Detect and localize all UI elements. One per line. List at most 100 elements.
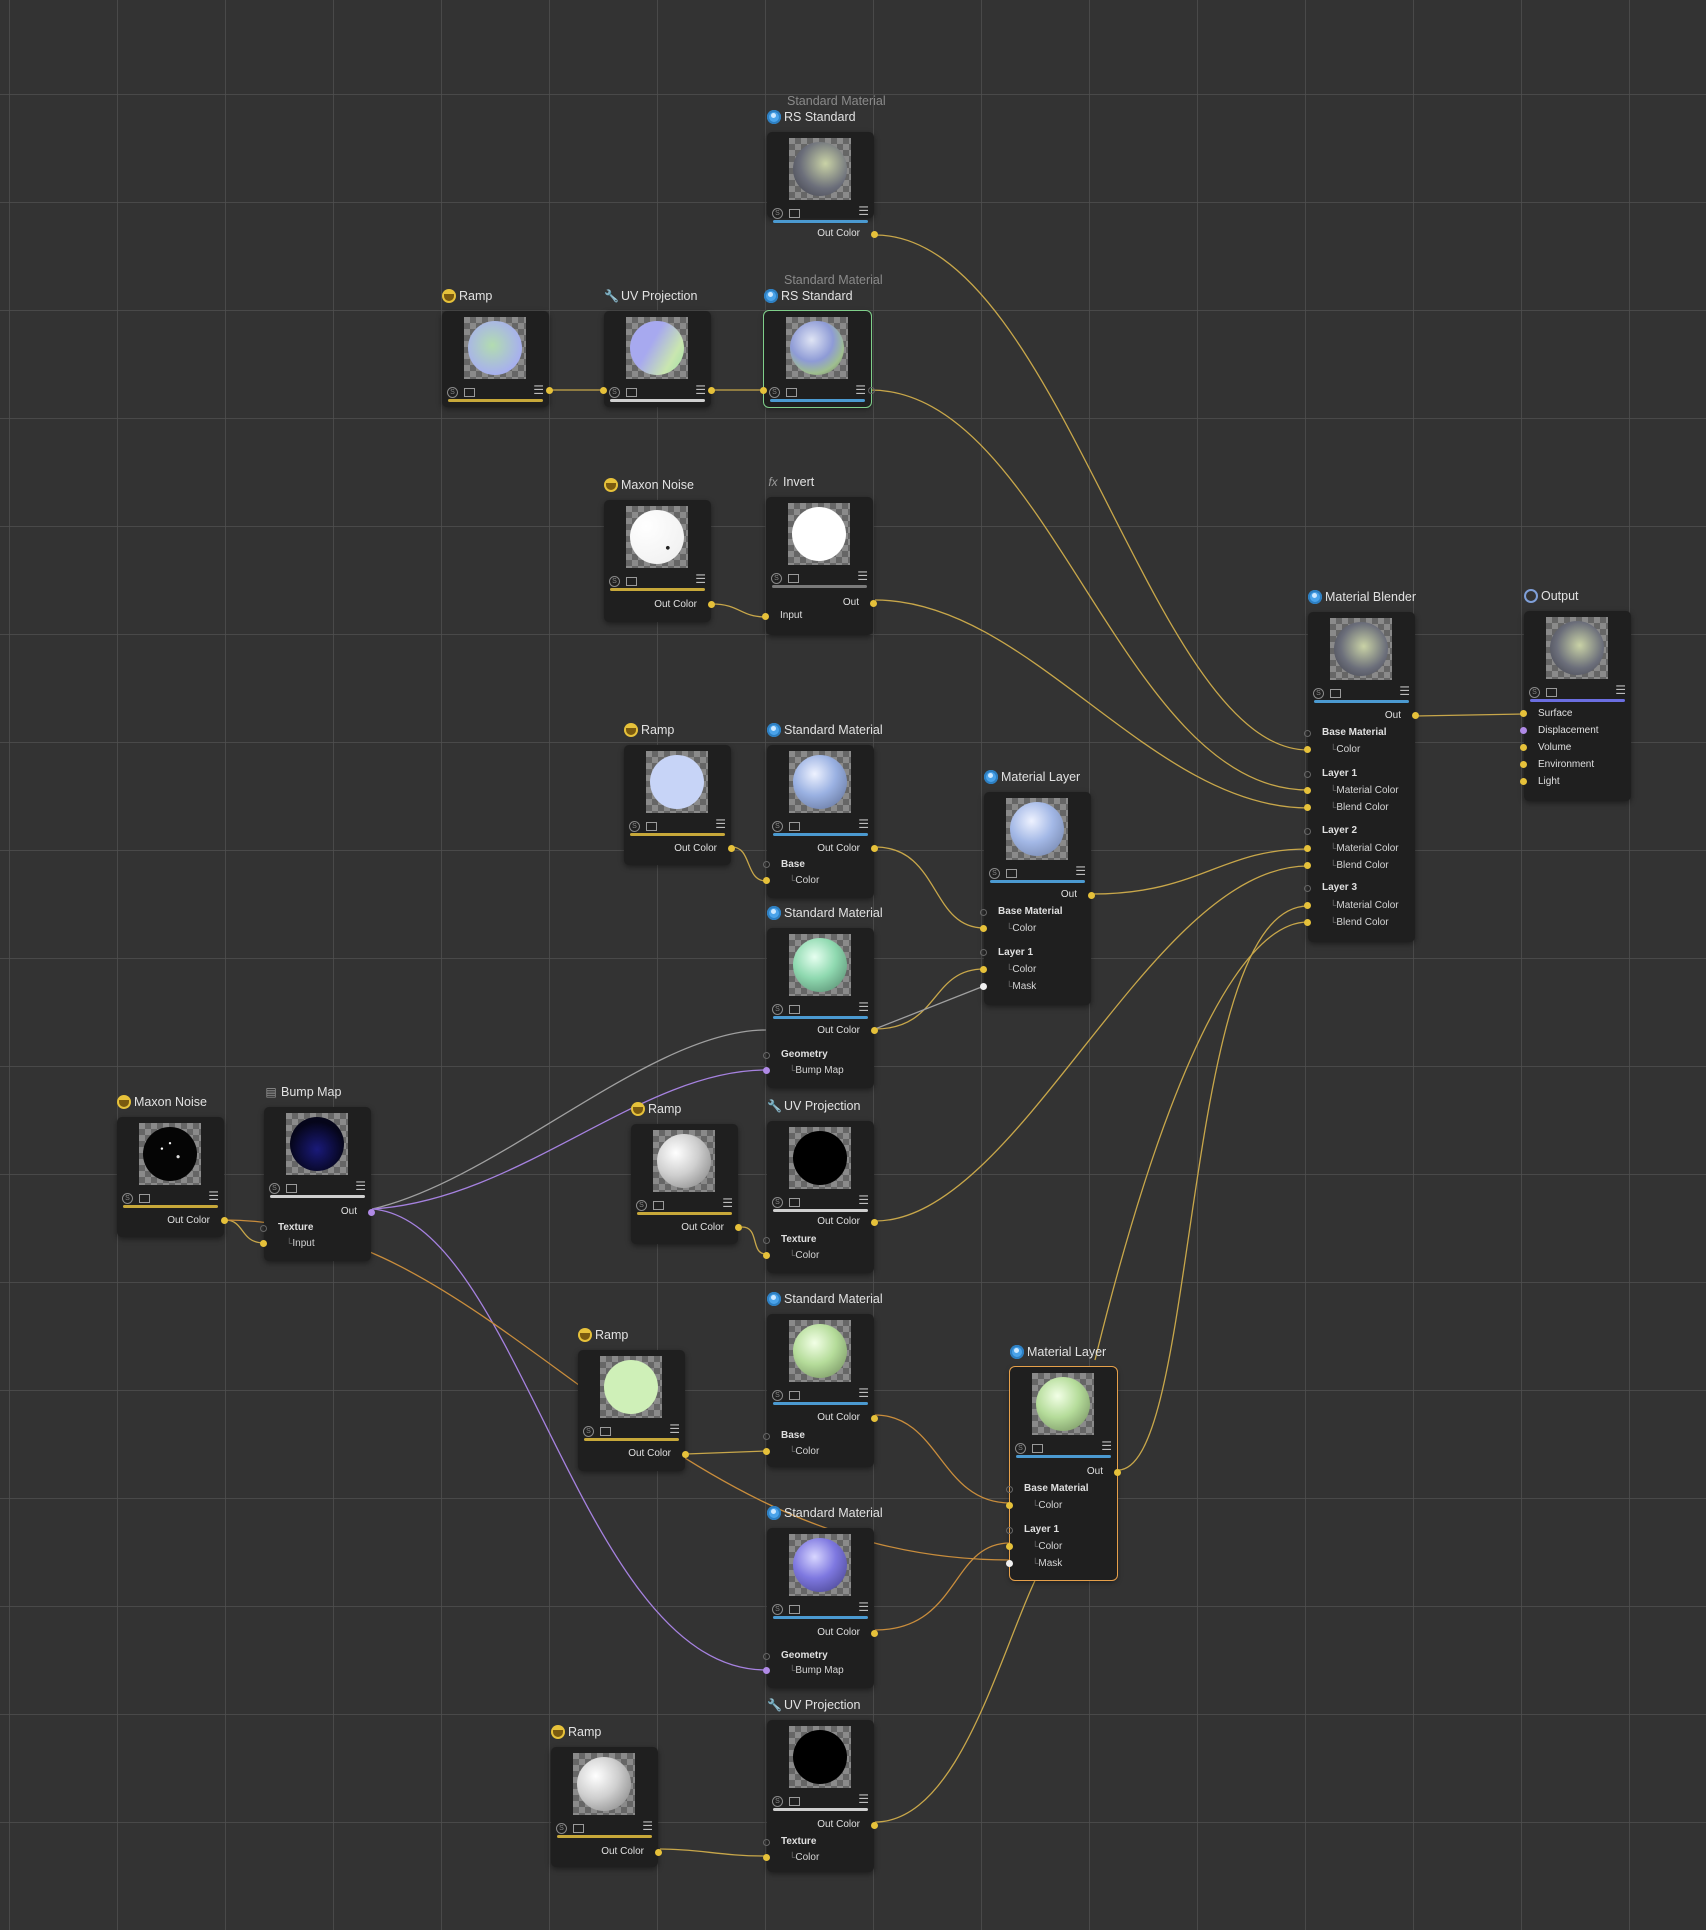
- input-port[interactable]: [980, 966, 987, 973]
- input-port[interactable]: [1304, 746, 1311, 753]
- menu-icon[interactable]: ☰: [722, 1197, 733, 1209]
- group-label[interactable]: Geometry: [781, 1650, 828, 1661]
- menu-icon[interactable]: ☰: [858, 205, 869, 217]
- group-label[interactable]: Texture: [781, 1836, 816, 1847]
- input-port[interactable]: [762, 613, 769, 620]
- image-icon[interactable]: [789, 1391, 800, 1400]
- settings-icon[interactable]: S: [989, 868, 1000, 879]
- settings-icon[interactable]: S: [772, 1604, 783, 1615]
- output-port[interactable]: [871, 845, 878, 852]
- output-port[interactable]: [1088, 892, 1095, 899]
- menu-icon[interactable]: ☰: [1101, 1440, 1112, 1452]
- output-port[interactable]: [870, 600, 877, 607]
- input-port[interactable]: [1304, 885, 1311, 892]
- group-label[interactable]: Base Material: [998, 906, 1062, 917]
- node-standard-material-1[interactable]: Standard Material S ☰ Out Color Base Colo…: [763, 723, 883, 898]
- input-port[interactable]: [1520, 778, 1527, 785]
- menu-icon[interactable]: ☰: [208, 1190, 219, 1202]
- node-bump-map[interactable]: ▤ Bump Map S ☰ Out Texture Input: [260, 1085, 375, 1261]
- input-port[interactable]: [1304, 730, 1311, 737]
- settings-icon[interactable]: S: [772, 208, 783, 219]
- image-icon[interactable]: [789, 1797, 800, 1806]
- input-port[interactable]: [1006, 1543, 1013, 1550]
- node-invert[interactable]: fx Invert S ☰ Out Input: [762, 475, 877, 635]
- settings-icon[interactable]: S: [1313, 688, 1324, 699]
- image-icon[interactable]: [789, 1605, 800, 1614]
- menu-icon[interactable]: ☰: [1615, 684, 1626, 696]
- input-port[interactable]: [1006, 1486, 1013, 1493]
- input-port[interactable]: [1520, 710, 1527, 717]
- input-port[interactable]: [760, 387, 767, 394]
- settings-icon[interactable]: S: [583, 1426, 594, 1437]
- group-label[interactable]: Texture: [781, 1234, 816, 1245]
- output-port[interactable]: [728, 845, 735, 852]
- image-icon[interactable]: [1546, 688, 1557, 697]
- menu-icon[interactable]: ☰: [858, 1194, 869, 1206]
- output-port[interactable]: [546, 387, 553, 394]
- output-port[interactable]: [221, 1217, 228, 1224]
- input-port[interactable]: [1520, 761, 1527, 768]
- output-port[interactable]: [1114, 1469, 1121, 1476]
- node-ramp-3[interactable]: Ramp S ☰ Out Color: [631, 1102, 742, 1244]
- menu-icon[interactable]: ☰: [695, 384, 706, 396]
- node-rs-standard-top[interactable]: Standard Material RS Standard S ☰ Out Col…: [767, 94, 886, 239]
- group-label[interactable]: Base Material: [1024, 1483, 1088, 1494]
- output-port[interactable]: [871, 1027, 878, 1034]
- input-port[interactable]: [600, 387, 607, 394]
- menu-icon[interactable]: ☰: [857, 570, 868, 582]
- input-port[interactable]: [980, 925, 987, 932]
- settings-icon[interactable]: S: [772, 1197, 783, 1208]
- image-icon[interactable]: [788, 574, 799, 583]
- output-port[interactable]: [1412, 712, 1419, 719]
- settings-icon[interactable]: S: [447, 387, 458, 398]
- image-icon[interactable]: [139, 1194, 150, 1203]
- image-icon[interactable]: [286, 1184, 297, 1193]
- settings-icon[interactable]: S: [771, 573, 782, 584]
- node-material-blender[interactable]: Material Blender S ☰ Out Base Material Co…: [1304, 590, 1419, 942]
- group-label[interactable]: Base: [781, 859, 805, 870]
- settings-icon[interactable]: S: [609, 387, 620, 398]
- input-port[interactable]: [980, 983, 987, 990]
- settings-icon[interactable]: S: [772, 1004, 783, 1015]
- menu-icon[interactable]: ☰: [1399, 685, 1410, 697]
- input-port[interactable]: [980, 949, 987, 956]
- image-icon[interactable]: [786, 388, 797, 397]
- node-uv-projection-2[interactable]: 🔧UV Projection S ☰ Out Color Texture Colo…: [763, 1099, 878, 1273]
- menu-icon[interactable]: ☰: [695, 573, 706, 585]
- output-port[interactable]: [871, 1219, 878, 1226]
- image-icon[interactable]: [626, 388, 637, 397]
- settings-icon[interactable]: S: [772, 1390, 783, 1401]
- input-port[interactable]: [763, 1448, 770, 1455]
- input-port[interactable]: [1520, 744, 1527, 751]
- group-label[interactable]: Geometry: [781, 1049, 828, 1060]
- node-rs-standard-2[interactable]: Standard Material RS Standard S ☰: [760, 273, 883, 408]
- image-icon[interactable]: [626, 577, 637, 586]
- group-label[interactable]: Layer 1: [998, 947, 1033, 958]
- input-port[interactable]: [260, 1240, 267, 1247]
- group-label[interactable]: Layer 3: [1322, 882, 1357, 893]
- group-label[interactable]: Base Material: [1322, 727, 1386, 738]
- input-port[interactable]: [763, 1667, 770, 1674]
- input-port[interactable]: [763, 1237, 770, 1244]
- group-label[interactable]: Layer 2: [1322, 825, 1357, 836]
- menu-icon[interactable]: ☰: [858, 1001, 869, 1013]
- settings-icon[interactable]: S: [1015, 1443, 1026, 1454]
- group-label[interactable]: Layer 1: [1322, 768, 1357, 779]
- menu-icon[interactable]: ☰: [355, 1180, 366, 1192]
- settings-icon[interactable]: S: [556, 1823, 567, 1834]
- image-icon[interactable]: [1330, 689, 1341, 698]
- menu-icon[interactable]: ☰: [858, 818, 869, 830]
- input-port[interactable]: [763, 861, 770, 868]
- input-port[interactable]: [763, 1839, 770, 1846]
- input-port[interactable]: [1304, 845, 1311, 852]
- menu-icon[interactable]: ☰: [533, 384, 544, 396]
- node-output[interactable]: Output S ☰ Surface Displacement Volume En…: [1520, 589, 1631, 801]
- output-port[interactable]: [682, 1451, 689, 1458]
- settings-icon[interactable]: S: [609, 576, 620, 587]
- settings-icon[interactable]: S: [772, 821, 783, 832]
- image-icon[interactable]: [1032, 1444, 1043, 1453]
- input-port[interactable]: [763, 1252, 770, 1259]
- output-port[interactable]: [708, 387, 715, 394]
- input-port[interactable]: [1006, 1527, 1013, 1534]
- input-port[interactable]: [1304, 771, 1311, 778]
